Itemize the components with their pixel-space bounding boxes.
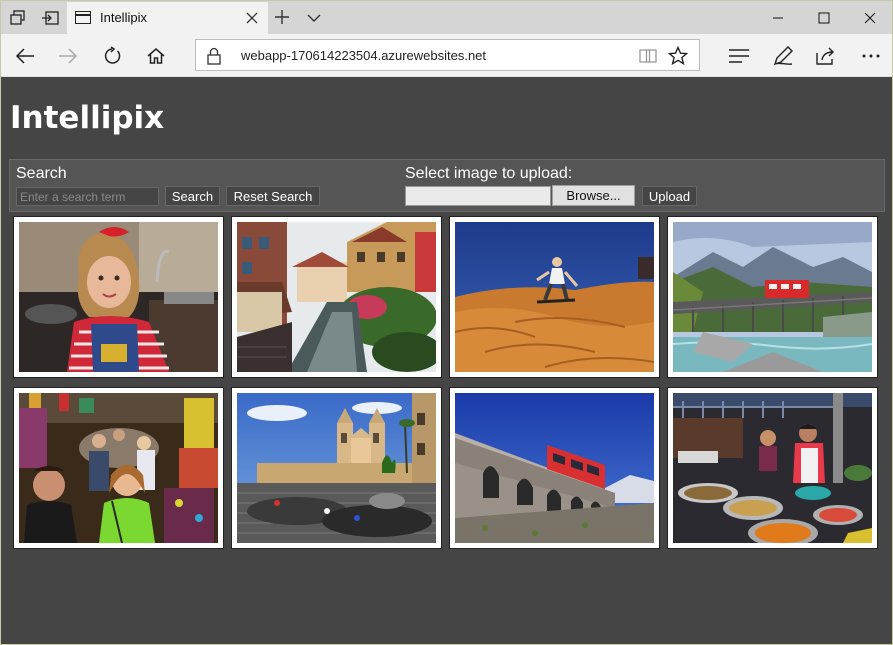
photo-mountain-train <box>673 222 872 372</box>
browse-button[interactable]: Browse... <box>552 185 635 206</box>
file-path-field[interactable] <box>405 186 551 206</box>
gallery-image-mountain-train[interactable] <box>667 216 878 378</box>
share-icon[interactable] <box>811 41 841 71</box>
chevron-down-icon[interactable] <box>304 8 324 28</box>
upload-label: Select image to upload: <box>405 165 573 182</box>
gallery-image-viaduct-train[interactable] <box>449 387 660 549</box>
gallery-image-canal[interactable] <box>231 216 442 378</box>
photo-girl-in-kitchen <box>19 222 218 372</box>
web-note-pen-icon[interactable] <box>768 41 798 71</box>
home-icon[interactable] <box>141 41 171 71</box>
minimize-icon[interactable] <box>755 1 801 34</box>
address-url: webapp-170614223504.azurewebsites.net <box>241 48 487 63</box>
gallery-image-dune[interactable] <box>449 216 660 378</box>
page-content: Intellipix Search Search Reset Search Se… <box>1 78 892 644</box>
hub-icon[interactable] <box>724 41 754 71</box>
photo-market-crowd <box>19 393 218 543</box>
search-button[interactable]: Search <box>165 186 220 206</box>
tab-actions-icon[interactable] <box>2 1 34 34</box>
search-upload-panel: Search Search Reset Search Select image … <box>9 159 885 212</box>
refresh-icon[interactable] <box>97 41 127 71</box>
gallery-image-food-market[interactable] <box>667 387 878 549</box>
gallery-image-girl[interactable] <box>13 216 224 378</box>
favorite-star-icon[interactable] <box>668 46 688 66</box>
set-aside-tabs-icon[interactable] <box>34 1 66 34</box>
close-window-icon[interactable] <box>847 1 893 34</box>
search-input[interactable] <box>16 187 159 206</box>
more-options-icon[interactable] <box>856 41 886 71</box>
address-bar[interactable]: webapp-170614223504.azurewebsites.net <box>195 39 700 71</box>
gallery-image-market-crowd[interactable] <box>13 387 224 549</box>
maximize-icon[interactable] <box>801 1 847 34</box>
new-tab-icon[interactable] <box>272 7 292 27</box>
reading-view-icon[interactable] <box>638 47 658 65</box>
search-label: Search <box>16 165 67 182</box>
page-icon <box>75 11 91 24</box>
upload-button[interactable]: Upload <box>642 186 697 206</box>
photo-red-train-viaduct <box>455 393 654 543</box>
tab-strip: Intellipix <box>1 1 892 34</box>
page-title: Intellipix <box>10 100 165 136</box>
lock-icon <box>207 47 221 65</box>
photo-canal-town <box>237 222 436 372</box>
back-icon[interactable] <box>10 41 40 71</box>
photo-church-steps <box>237 393 436 543</box>
photo-sand-dune <box>455 222 654 372</box>
tab-intellipix[interactable]: Intellipix <box>67 2 268 34</box>
reset-search-button[interactable]: Reset Search <box>226 186 320 206</box>
forward-icon[interactable] <box>53 41 83 71</box>
browser-window: Intellipix webapp-170614223504.azurewebs… <box>0 0 893 645</box>
gallery-image-church[interactable] <box>231 387 442 549</box>
navigation-bar: webapp-170614223504.azurewebsites.net <box>1 34 892 77</box>
tab-title: Intellipix <box>100 10 147 25</box>
close-tab-icon[interactable] <box>244 10 260 26</box>
photo-street-food-market <box>673 393 872 543</box>
